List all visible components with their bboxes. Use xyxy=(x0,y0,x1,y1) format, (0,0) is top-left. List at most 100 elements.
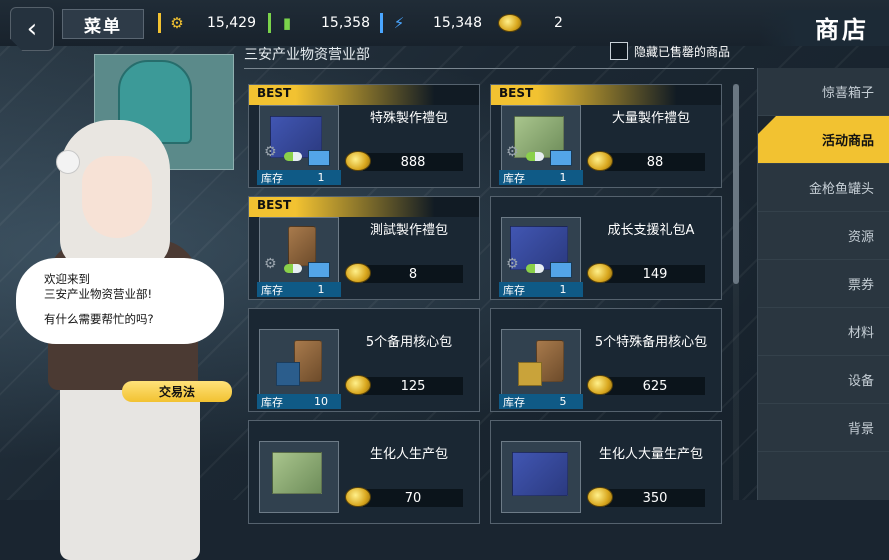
gear-icon: ⚙ xyxy=(506,256,519,272)
stock-value: 1 xyxy=(559,171,567,184)
item-thumbnail: ⚙ xyxy=(501,217,581,289)
resource-gold: 2 xyxy=(492,12,563,34)
item-price: 350 xyxy=(605,489,705,507)
package-bag-icon xyxy=(288,226,316,266)
battery-icon xyxy=(550,150,572,166)
gear-icon: ⚙ xyxy=(264,144,277,160)
hide-sold-out-toggle[interactable]: 隐藏已售罄的商品 xyxy=(610,42,730,60)
battery-icon xyxy=(550,262,572,278)
nav-item-label: 背景 xyxy=(847,422,874,437)
stock-value: 10 xyxy=(314,395,328,408)
hide-sold-label: 隐藏已售罄的商品 xyxy=(634,44,731,59)
nav-item-event-goods[interactable]: 活动商品 xyxy=(758,116,889,164)
item-price: 125 xyxy=(363,377,463,395)
stock-label: 库存 xyxy=(503,395,525,409)
nav-item-label: 材料 xyxy=(847,326,874,341)
shop-item-card[interactable]: 生化人大量生产包 350 xyxy=(490,420,722,524)
nav-item-tuna-can[interactable]: 金枪鱼罐头 xyxy=(758,164,889,212)
nav-item-surprise-box[interactable]: 惊喜箱子 xyxy=(758,68,889,116)
stock-value: 1 xyxy=(317,171,325,184)
item-price: 88 xyxy=(605,153,705,171)
menu-label: 菜单 xyxy=(84,16,122,37)
nav-item-label: 惊喜箱子 xyxy=(821,86,874,101)
hair-flower-icon xyxy=(56,150,80,174)
item-title: 生化人大量生产包 xyxy=(598,447,703,462)
shop-item-card[interactable]: 5个备用核心包 125 库存 10 xyxy=(248,308,480,412)
item-stock: 库存 1 xyxy=(257,170,341,185)
stock-value: 5 xyxy=(559,395,567,408)
container-box-icon xyxy=(272,452,322,494)
nav-item-label: 资源 xyxy=(847,230,874,245)
department-title: 三安产业物资营业部 xyxy=(244,47,370,63)
stock-label: 库存 xyxy=(503,283,525,297)
scrollbar-thumb[interactable] xyxy=(733,84,739,284)
core-icon xyxy=(276,362,300,386)
shop-item-card[interactable]: BEST ⚙ 大量製作禮包 88 库存 1 xyxy=(490,84,722,188)
category-sidebar: 惊喜箱子 活动商品 金枪鱼罐头 资源 票券 材料 设备 背景 xyxy=(757,68,889,500)
coin-icon xyxy=(587,487,613,507)
shop-item-card[interactable]: 5个特殊备用核心包 625 库存 5 xyxy=(490,308,722,412)
item-thumbnail xyxy=(501,329,581,401)
shop-item-card[interactable]: BEST ⚙ 測試製作禮包 8 库存 1 xyxy=(248,196,480,300)
item-title: 生化人生产包 xyxy=(369,447,448,462)
item-title: 5个特殊备用核心包 xyxy=(594,335,708,350)
item-price: 8 xyxy=(363,265,463,283)
coin-icon xyxy=(587,375,613,395)
item-price: 149 xyxy=(605,265,705,283)
item-title: 測試製作禮包 xyxy=(369,223,448,238)
shop-item-card[interactable]: 生化人生产包 70 xyxy=(248,420,480,524)
coin-icon xyxy=(498,14,522,32)
bolt-icon: ⚡ xyxy=(393,14,405,32)
shop-title: 商店 xyxy=(759,10,889,46)
item-title: 大量製作禮包 xyxy=(611,111,690,126)
stock-label: 库存 xyxy=(261,283,283,297)
resource-value: 15,429 xyxy=(207,15,256,31)
active-notch xyxy=(758,116,776,134)
nav-item-equipment[interactable]: 设备 xyxy=(758,356,889,404)
item-thumbnail: ⚙ xyxy=(259,217,339,289)
coin-icon xyxy=(345,151,371,171)
item-price: 70 xyxy=(363,489,463,507)
pill-icon xyxy=(284,152,302,161)
item-stock: 库存 10 xyxy=(257,394,341,409)
nav-item-label: 金枪鱼罐头 xyxy=(808,182,874,197)
resource-power: ⚡ 15,348 xyxy=(380,12,482,34)
top-bar: ‹ 菜单 ⚙ 15,429 ▮ 15,358 ⚡ 15,348 2 商店 xyxy=(0,0,889,51)
pill-icon xyxy=(526,152,544,161)
hide-sold-checkbox[interactable] xyxy=(610,42,628,60)
item-thumbnail: ⚙ xyxy=(501,105,581,177)
item-thumbnail xyxy=(259,329,339,401)
coin-icon xyxy=(587,263,613,283)
back-button[interactable]: ‹ xyxy=(10,7,54,51)
nav-item-materials[interactable]: 材料 xyxy=(758,308,889,356)
nav-item-label: 设备 xyxy=(847,374,874,389)
stock-label: 库存 xyxy=(503,171,525,185)
coin-icon xyxy=(345,487,371,507)
gear-icon: ⚙ xyxy=(264,256,277,272)
item-price: 625 xyxy=(605,377,705,395)
pill-icon xyxy=(284,264,302,273)
trade-law-button[interactable]: 交易法 xyxy=(122,381,232,402)
stock-label: 库存 xyxy=(261,395,283,409)
shop-item-card[interactable]: ⚙ 成长支援礼包A 149 库存 1 xyxy=(490,196,722,300)
shop-item-card[interactable]: BEST ⚙ 特殊製作禮包 888 库存 1 xyxy=(248,84,480,188)
pill-icon: ▮ xyxy=(282,14,292,32)
stock-value: 1 xyxy=(559,283,567,296)
item-stock: 库存 1 xyxy=(499,170,583,185)
chevron-left-icon: ‹ xyxy=(26,14,38,44)
nav-item-background[interactable]: 背景 xyxy=(758,404,889,452)
item-stock: 库存 1 xyxy=(257,282,341,297)
resource-value: 2 xyxy=(554,15,563,31)
speech-line: 有什么需要帮忙的吗? xyxy=(44,312,154,326)
stock-value: 1 xyxy=(317,283,325,296)
nav-item-tickets[interactable]: 票券 xyxy=(758,260,889,308)
nav-item-resources[interactable]: 资源 xyxy=(758,212,889,260)
menu-button[interactable]: 菜单 xyxy=(62,9,144,39)
best-label: BEST xyxy=(499,86,534,100)
pill-icon xyxy=(526,264,544,273)
item-price: 888 xyxy=(363,153,463,171)
coin-icon xyxy=(345,263,371,283)
nav-item-label: 票券 xyxy=(847,278,874,293)
speech-line: 欢迎来到 xyxy=(44,272,90,286)
header-divider xyxy=(244,68,754,69)
